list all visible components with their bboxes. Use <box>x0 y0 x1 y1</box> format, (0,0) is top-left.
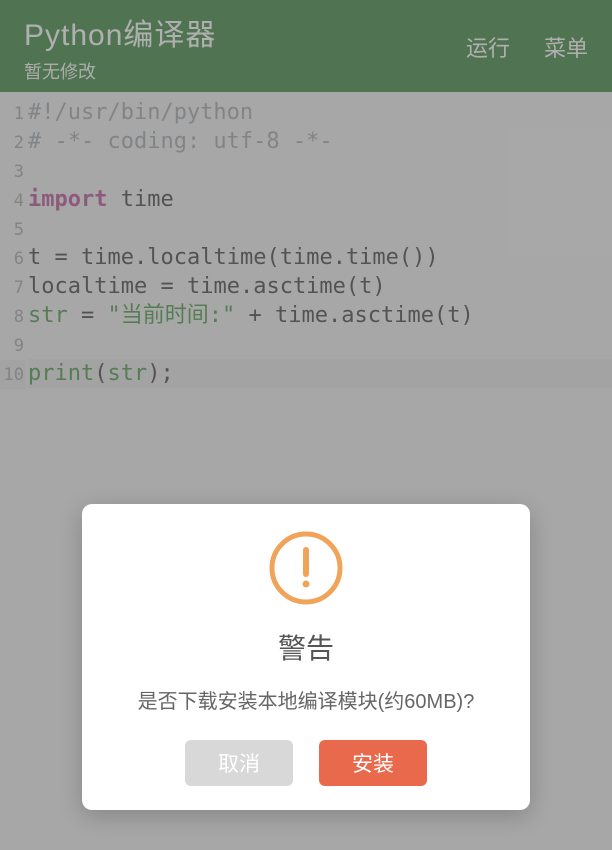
install-button[interactable]: 安装 <box>319 740 427 786</box>
dialog-actions: 取消 安装 <box>185 740 427 786</box>
warning-dialog: 警告 是否下载安装本地编译模块(约60MB)? 取消 安装 <box>82 504 530 810</box>
cancel-button[interactable]: 取消 <box>185 740 293 786</box>
dialog-message: 是否下载安装本地编译模块(约60MB)? <box>138 685 475 714</box>
dialog-title: 警告 <box>278 627 334 667</box>
modal-overlay[interactable]: 警告 是否下载安装本地编译模块(约60MB)? 取消 安装 <box>0 0 612 850</box>
warning-icon <box>266 528 346 613</box>
app-root: Python编译器 暂无修改 运行 菜单 12345678910 #!/usr/… <box>0 0 612 850</box>
